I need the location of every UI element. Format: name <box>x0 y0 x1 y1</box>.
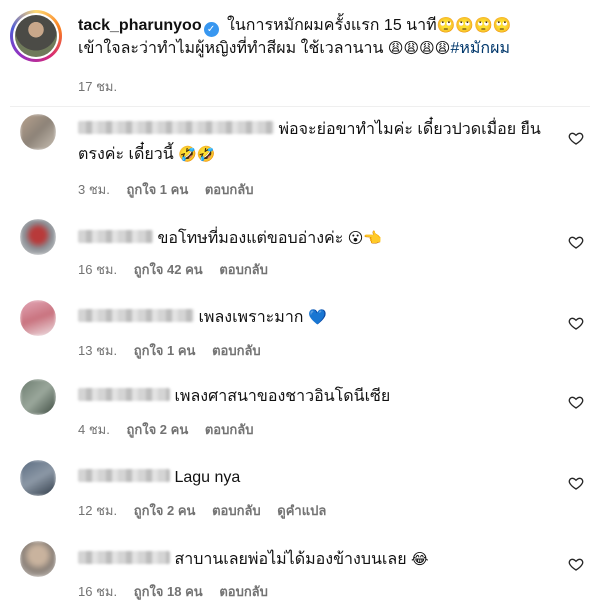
commenter-avatar[interactable] <box>20 379 56 415</box>
commenter-avatar[interactable] <box>20 219 56 255</box>
comment-emoji: 😮👈 <box>347 229 383 247</box>
comment-item: พ่อจะย่อขาทำไมค่ะ เดี๋ยวปวดเมื่อย ยืนตรง… <box>0 112 600 197</box>
like-heart-icon[interactable] <box>568 556 584 572</box>
like-heart-icon[interactable] <box>568 475 584 491</box>
commenter-avatar[interactable] <box>20 460 56 496</box>
comment-likes[interactable]: ถูกใจ 1 คน <box>126 182 188 197</box>
blurred-username[interactable] <box>78 309 194 322</box>
comment-likes[interactable]: ถูกใจ 1 คน <box>134 343 196 358</box>
comment-timestamp: 16 ชม. <box>78 262 118 277</box>
post-timestamp: 17 ชม. <box>78 79 118 94</box>
caption-emoji-2: 😩😩😩😩 <box>387 39 451 57</box>
comment-text: ขอโทษที่มองแต่ขอบอ่างค่ะ 😮👈 <box>78 226 548 251</box>
comment-text: พ่อจะย่อขาทำไมค่ะ เดี๋ยวปวดเมื่อย ยืนตรง… <box>78 121 541 163</box>
comment-text: เพลงศาสนาของชาวอินโดนีเซีย <box>78 385 548 409</box>
divider <box>10 106 590 107</box>
comment-item: เพลงเพราะมาก 💙 13 ชม. ถูกใจ 1 คน ตอบกลับ <box>0 298 600 358</box>
commenter-avatar[interactable] <box>20 541 56 577</box>
reply-button[interactable]: ตอบกลับ <box>219 262 268 277</box>
comment-likes[interactable]: ถูกใจ 42 คน <box>134 262 203 277</box>
hashtag-link[interactable]: #หมักผม <box>450 40 510 57</box>
like-heart-icon[interactable] <box>568 234 584 250</box>
comment-meta: 3 ชม. ถูกใจ 1 คน ตอบกลับ <box>78 179 266 200</box>
comment-likes[interactable]: ถูกใจ 18 คน <box>134 584 203 599</box>
comment-item: ขอโทษที่มองแต่ขอบอ่างค่ะ 😮👈 16 ชม. ถูกใจ… <box>0 217 600 277</box>
comment-likes[interactable]: ถูกใจ 2 คน <box>126 422 188 437</box>
comment-likes[interactable]: ถูกใจ 2 คน <box>134 503 196 518</box>
comment-timestamp: 3 ชม. <box>78 182 110 197</box>
caption-line-2: เข้าใจละว่าทำไมผู้หญิงที่ทำสีผม ใช้เวลาน… <box>78 40 384 57</box>
see-translation-button[interactable]: ดูคำแปล <box>277 503 326 518</box>
like-heart-icon[interactable] <box>568 130 584 146</box>
author-avatar-photo <box>15 15 57 57</box>
comment-item: สาบานเลยพ่อไม่ได้มองข้างบนเลย 😂 16 ชม. ถ… <box>0 539 600 599</box>
commenter-avatar[interactable] <box>20 300 56 336</box>
post-header: tack_pharunyoo ✓ ในการหมักผมครั้งแรก 15 น… <box>10 10 590 110</box>
author-username[interactable]: tack_pharunyoo <box>78 17 202 34</box>
like-heart-icon[interactable] <box>568 315 584 331</box>
comment-emoji: 😂 <box>411 550 429 568</box>
blurred-username[interactable] <box>78 469 170 482</box>
reply-button[interactable]: ตอบกลับ <box>219 584 268 599</box>
comment-text: เพลงเพราะมาก 💙 <box>78 305 548 330</box>
reply-button[interactable]: ตอบกลับ <box>212 503 261 518</box>
comment-meta: 12 ชม. ถูกใจ 2 คน ตอบกลับ ดูคำแปล <box>78 500 339 521</box>
blurred-username[interactable] <box>78 230 153 243</box>
comment-timestamp: 16 ชม. <box>78 584 118 599</box>
comment-timestamp: 4 ชม. <box>78 422 110 437</box>
reply-button[interactable]: ตอบกลับ <box>212 343 261 358</box>
comment-item: เพลงศาสนาของชาวอินโดนีเซีย 4 ชม. ถูกใจ 2… <box>0 377 600 437</box>
comment-meta: 13 ชม. ถูกใจ 1 คน ตอบกลับ <box>78 340 274 361</box>
comment-timestamp: 13 ชม. <box>78 343 118 358</box>
comment-text: Lagu nya <box>78 466 548 490</box>
comment-timestamp: 12 ชม. <box>78 503 118 518</box>
comment-meta: 4 ชม. ถูกใจ 2 คน ตอบกลับ <box>78 419 266 440</box>
blurred-username[interactable] <box>78 388 170 401</box>
commenter-avatar[interactable] <box>20 114 56 150</box>
reply-button[interactable]: ตอบกลับ <box>205 182 254 197</box>
comment-emoji: 💙 <box>307 308 327 326</box>
blurred-username[interactable] <box>78 551 170 564</box>
comment-emoji: 🤣🤣 <box>178 145 216 163</box>
caption-line-1: ในการหมักผมครั้งแรก 15 นาที <box>227 17 437 34</box>
comment-meta: 16 ชม. ถูกใจ 42 คน ตอบกลับ <box>78 259 281 280</box>
post-caption: tack_pharunyoo ✓ ในการหมักผมครั้งแรก 15 น… <box>78 14 583 60</box>
like-heart-icon[interactable] <box>568 394 584 410</box>
comment-item: Lagu nya 12 ชม. ถูกใจ 2 คน ตอบกลับ ดูคำแ… <box>0 458 600 518</box>
blurred-username[interactable] <box>78 121 274 134</box>
caption-emoji-1: 🙄🙄🙄🙄 <box>436 16 512 34</box>
comment-meta: 16 ชม. ถูกใจ 18 คน ตอบกลับ <box>78 581 281 602</box>
author-avatar[interactable] <box>10 10 62 62</box>
reply-button[interactable]: ตอบกลับ <box>205 422 254 437</box>
comment-text: สาบานเลยพ่อไม่ได้มองข้างบนเลย 😂 <box>78 547 548 572</box>
verified-badge-icon: ✓ <box>203 22 219 37</box>
